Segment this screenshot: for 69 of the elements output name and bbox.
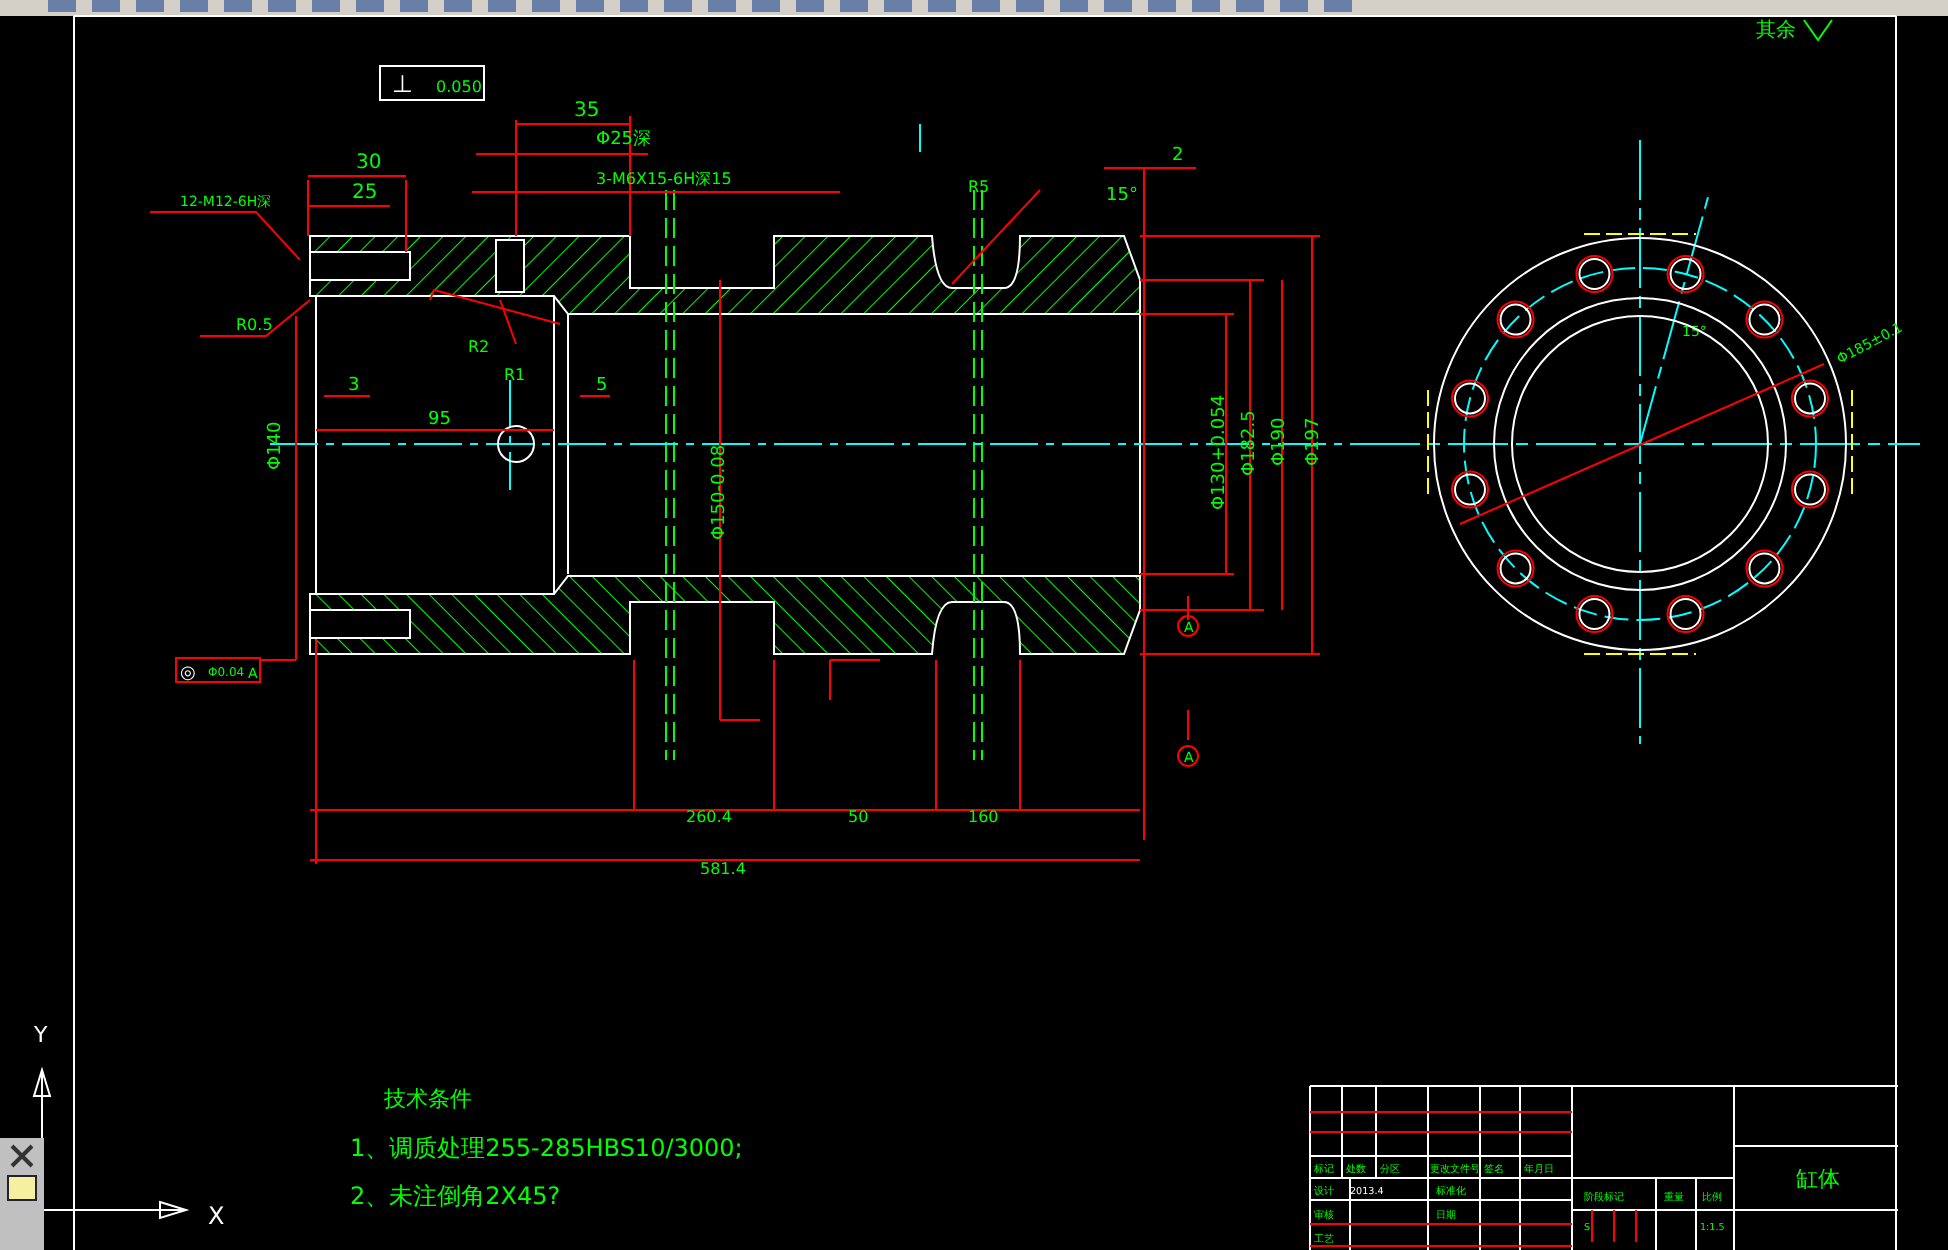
toolbar-icon[interactable] [488,0,516,12]
dimension-text: Φ182.5 [1240,410,1260,476]
dimension-text: 30 [356,152,382,174]
surface-finish-icon [1803,19,1833,42]
window-icon[interactable] [7,1175,37,1201]
toolbar-icon[interactable] [1236,0,1264,12]
toolbar-icon[interactable] [224,0,252,12]
dimension-text: 15° [1106,186,1138,206]
toolbar-icon[interactable] [532,0,560,12]
dimension-text: Φ150-0.08 [710,444,730,540]
dimension-text: Φ140 [266,421,286,470]
dimension-text: R0.5 [236,316,273,334]
toolbar-icon[interactable] [92,0,120,12]
tolerance-frame [379,65,485,101]
toolbar-icon[interactable] [48,0,76,12]
dimension-text: 581.4 [700,860,746,878]
dimension-text: 50 [848,808,869,826]
dimension-text: 3 [348,376,360,396]
axis-label: X [208,1202,225,1230]
toolbar-icon[interactable] [1016,0,1044,12]
toolbar-icon[interactable] [708,0,736,12]
position-frame [175,657,261,683]
toolbar-icon[interactable] [1104,0,1132,12]
tech-requirement: 1、调质处理255-285HBS10/3000; [350,1134,743,1162]
dimension-text: R5 [968,178,990,196]
toolbar-icon[interactable] [1324,0,1352,12]
dimension-text: Φ197 [1304,417,1324,466]
dimension-text: 25 [352,182,378,204]
dimension-text: 35 [574,100,600,122]
toolbar-icon[interactable] [312,0,340,12]
toolbar-icon[interactable] [620,0,648,12]
toolbar-icon[interactable] [356,0,384,12]
toolbar-icon[interactable] [664,0,692,12]
toolbar-icon[interactable] [1192,0,1220,12]
toolbar-icon[interactable] [1060,0,1088,12]
dimension-text: R1 [504,366,526,384]
toolbar-icon[interactable] [136,0,164,12]
dimension-text: Φ130+0.054 [1210,394,1230,510]
toolbar-icon[interactable] [180,0,208,12]
toolbar-icon[interactable] [400,0,428,12]
toolbar-icon[interactable] [1148,0,1176,12]
concentricity-symbol: ◎ [180,664,196,684]
perpendicularity-symbol: ⊥ [392,70,413,98]
toolbar-icon[interactable] [444,0,472,12]
toolbar-icon[interactable] [972,0,1000,12]
dimension-text: 260.4 [686,808,732,826]
close-icon[interactable] [10,1144,34,1168]
toolbar-icon[interactable] [884,0,912,12]
toolbar-icon[interactable] [752,0,780,12]
datum-circle [1177,745,1199,767]
datum-circle [1177,615,1199,637]
toolbar-icon[interactable] [1280,0,1308,12]
dimension-text: 其余 [1756,20,1796,42]
dimension-text: R2 [468,338,490,356]
tolerance-value: 0.050 [436,78,482,96]
toolbar-icon[interactable] [840,0,868,12]
axis-label: Y [34,1022,48,1048]
toolbar-icon[interactable] [268,0,296,12]
toolbar-icon[interactable] [928,0,956,12]
dimension-text: Φ190 [1270,417,1290,466]
tech-requirements-title: 技术条件 [384,1086,472,1112]
toolbar-icon[interactable] [576,0,604,12]
dimension-text: 5 [596,376,608,396]
toolbar-icon[interactable] [796,0,824,12]
dimension-text: 2 [1172,146,1184,166]
dimension-text: 160 [968,808,999,826]
part-name: 缸体 [1796,1166,1840,1192]
dimension-text: 95 [428,410,451,430]
tech-requirement: 2、未注倒角2X45? [350,1182,561,1210]
